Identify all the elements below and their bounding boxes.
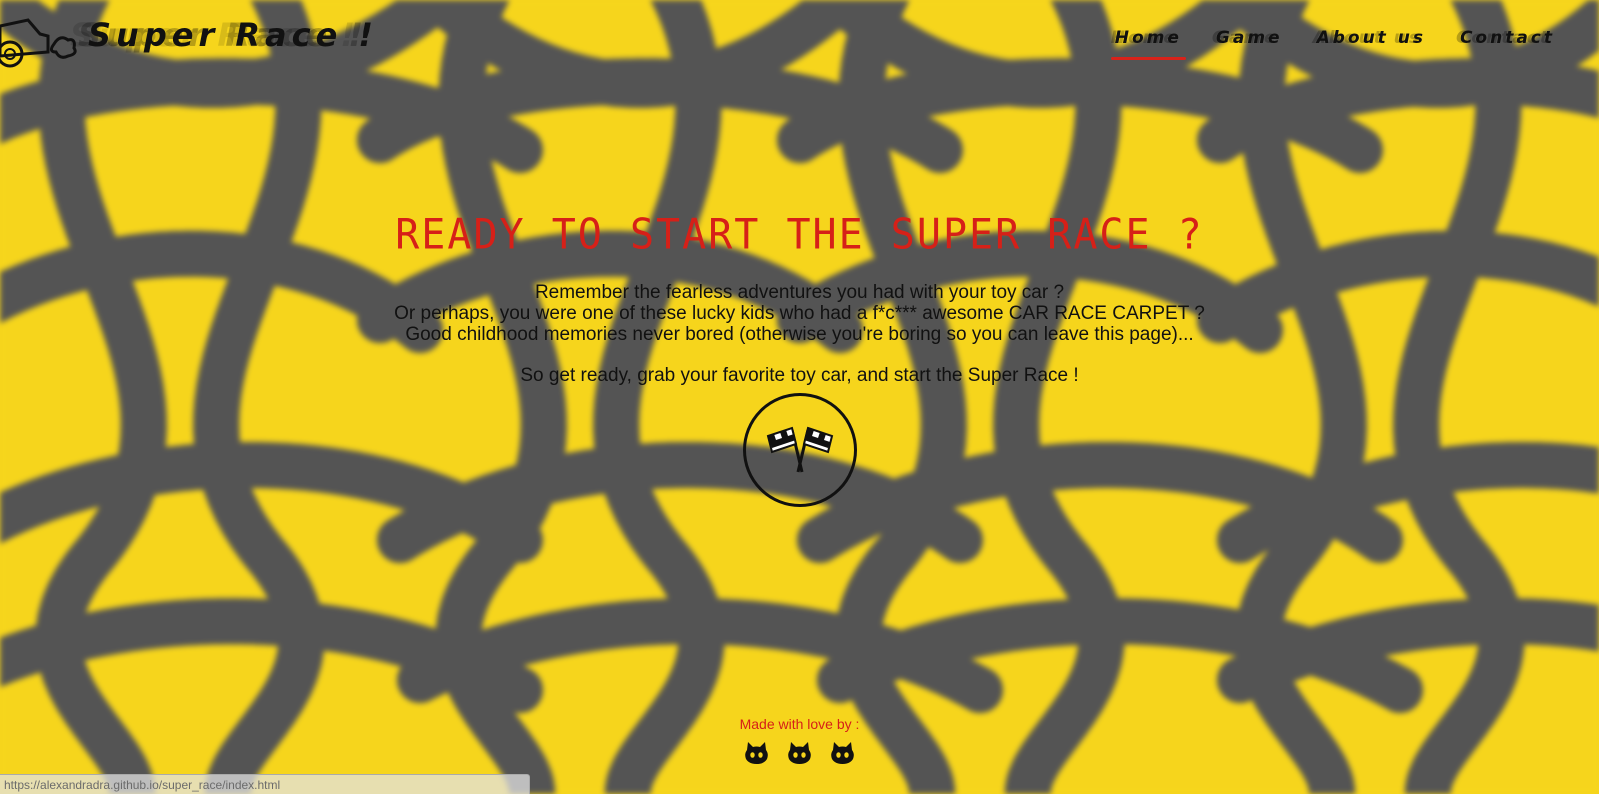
hero-cta-text: So get ready, grab your favorite toy car…	[520, 365, 1079, 386]
hero-title: READY TO START THE SUPER RACE ?	[395, 210, 1204, 260]
author-github-link[interactable]	[742, 738, 771, 767]
main-nav: Home Game About us Contact	[1110, 24, 1559, 60]
made-with-text: Made with love by :	[739, 716, 860, 732]
checkered-flags-icon	[766, 426, 833, 473]
hero-line: Remember the fearless adventures you had…	[534, 282, 1065, 303]
github-icon	[831, 742, 854, 764]
browser-status-bar: https://alexandradra.github.io/super_rac…	[0, 774, 530, 794]
hero-line: Good childhood memories never bored (oth…	[405, 324, 1194, 345]
nav-about-us[interactable]: About us	[1313, 24, 1430, 60]
race-car-icon	[0, 18, 77, 68]
author-links	[0, 738, 1599, 767]
github-icon	[745, 742, 768, 764]
hero-section: READY TO START THE SUPER RACE ? Remember…	[0, 210, 1599, 512]
nav-contact[interactable]: Contact	[1456, 24, 1559, 60]
site-title: Super Race !	[88, 16, 378, 54]
site-logo[interactable]: Super Race !	[0, 6, 378, 76]
page-footer: Made with love by :	[0, 716, 1599, 767]
hero-line: Or perhaps, you were one of these lucky …	[394, 303, 1205, 324]
start-race-button[interactable]	[742, 393, 857, 507]
github-icon	[788, 742, 811, 764]
author-github-link[interactable]	[785, 738, 814, 767]
nav-home[interactable]: Home	[1110, 24, 1187, 60]
nav-game[interactable]: Game	[1212, 24, 1287, 60]
author-github-link[interactable]	[828, 738, 857, 767]
hero-intro: Remember the fearless adventures you had…	[0, 282, 1599, 345]
